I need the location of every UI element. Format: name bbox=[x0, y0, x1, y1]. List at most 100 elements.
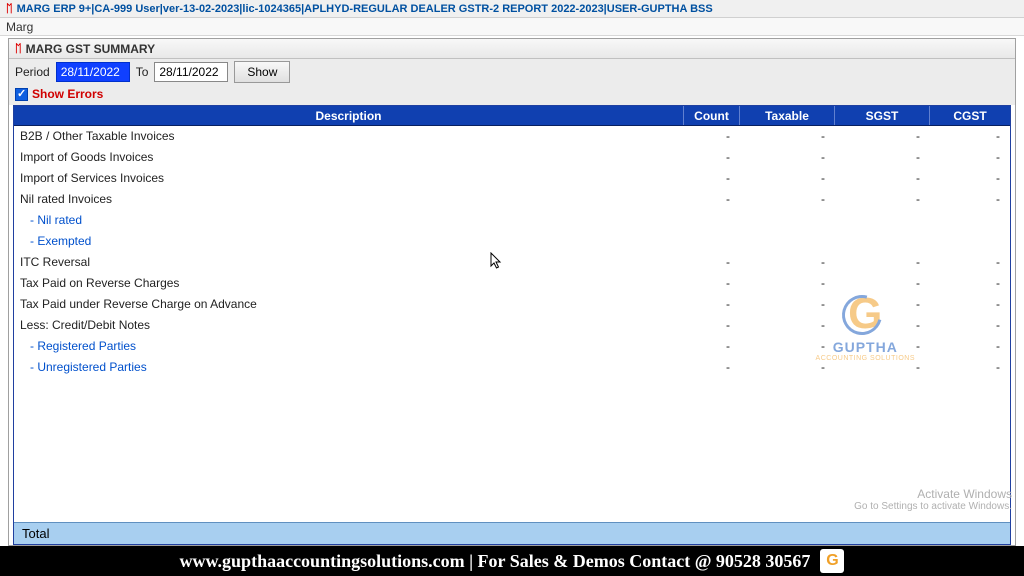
row-description: Import of Services Invoices bbox=[14, 168, 684, 189]
period-to-label: To bbox=[136, 65, 149, 79]
row-description: Less: Credit/Debit Notes bbox=[14, 315, 684, 336]
menu-item-marg[interactable]: Marg bbox=[6, 20, 33, 34]
row-count: - bbox=[684, 336, 740, 357]
table-row[interactable]: - Nil rated bbox=[14, 210, 1010, 231]
row-cgst bbox=[930, 231, 1010, 252]
row-cgst: - bbox=[930, 273, 1010, 294]
row-sgst: - bbox=[835, 315, 930, 336]
row-sgst bbox=[835, 210, 930, 231]
row-cgst bbox=[930, 210, 1010, 231]
table-row[interactable]: ITC Reversal---- bbox=[14, 252, 1010, 273]
row-cgst: - bbox=[930, 357, 1010, 378]
grid-header: Description Count Taxable SGST CGST bbox=[14, 106, 1010, 126]
sub-title: MARG GST SUMMARY bbox=[26, 42, 156, 56]
row-cgst: - bbox=[930, 147, 1010, 168]
show-errors-label: Show Errors bbox=[32, 87, 103, 101]
row-sgst: - bbox=[835, 294, 930, 315]
total-taxable bbox=[740, 531, 835, 537]
row-cgst: - bbox=[930, 252, 1010, 273]
row-count: - bbox=[684, 252, 740, 273]
show-errors-row: Show Errors bbox=[9, 85, 1015, 105]
period-to-input[interactable] bbox=[154, 62, 228, 82]
footer-text: www.gupthaaccountingsolutions.com | For … bbox=[180, 551, 811, 572]
table-row[interactable]: Import of Services Invoices---- bbox=[14, 168, 1010, 189]
row-taxable: - bbox=[740, 336, 835, 357]
col-header-cgst[interactable]: CGST bbox=[930, 106, 1010, 125]
table-row[interactable]: Import of Goods Invoices---- bbox=[14, 147, 1010, 168]
row-description: - Exempted bbox=[14, 231, 684, 252]
col-header-sgst[interactable]: SGST bbox=[835, 106, 930, 125]
row-description: Nil rated Invoices bbox=[14, 189, 684, 210]
app-window: ᛖ MARG ERP 9+|CA-999 User|ver-13-02-2023… bbox=[0, 0, 1024, 546]
footer-logo-icon: G bbox=[820, 549, 844, 573]
row-sgst: - bbox=[835, 189, 930, 210]
row-taxable: - bbox=[740, 357, 835, 378]
row-cgst: - bbox=[930, 294, 1010, 315]
row-cgst: - bbox=[930, 189, 1010, 210]
row-cgst: - bbox=[930, 126, 1010, 147]
row-taxable: - bbox=[740, 189, 835, 210]
row-cgst: - bbox=[930, 315, 1010, 336]
row-sgst bbox=[835, 231, 930, 252]
row-sgst: - bbox=[835, 336, 930, 357]
row-description: Import of Goods Invoices bbox=[14, 147, 684, 168]
row-sgst: - bbox=[835, 126, 930, 147]
show-button[interactable]: Show bbox=[234, 61, 290, 83]
col-header-description[interactable]: Description bbox=[14, 106, 684, 125]
row-description: Tax Paid under Reverse Charge on Advance bbox=[14, 294, 684, 315]
col-header-taxable[interactable]: Taxable bbox=[740, 106, 835, 125]
app-title: MARG ERP 9+|CA-999 User|ver-13-02-2023|l… bbox=[17, 3, 713, 15]
table-row[interactable]: Tax Paid under Reverse Charge on Advance… bbox=[14, 294, 1010, 315]
row-description: ITC Reversal bbox=[14, 252, 684, 273]
row-sgst: - bbox=[835, 252, 930, 273]
row-description: - Nil rated bbox=[14, 210, 684, 231]
row-sgst: - bbox=[835, 357, 930, 378]
table-row[interactable]: - Unregistered Parties---- bbox=[14, 357, 1010, 378]
show-errors-checkbox[interactable] bbox=[15, 88, 28, 101]
app-logo-icon: ᛖ bbox=[6, 3, 13, 15]
row-taxable: - bbox=[740, 273, 835, 294]
table-row[interactable]: Nil rated Invoices---- bbox=[14, 189, 1010, 210]
row-cgst: - bbox=[930, 336, 1010, 357]
row-taxable: - bbox=[740, 315, 835, 336]
row-count: - bbox=[684, 357, 740, 378]
row-taxable: - bbox=[740, 168, 835, 189]
row-sgst: - bbox=[835, 273, 930, 294]
row-description: - Registered Parties bbox=[14, 336, 684, 357]
row-count: - bbox=[684, 147, 740, 168]
row-count bbox=[684, 231, 740, 252]
row-count: - bbox=[684, 273, 740, 294]
row-taxable: - bbox=[740, 252, 835, 273]
menu-bar: Marg bbox=[0, 18, 1024, 36]
table-row[interactable]: Less: Credit/Debit Notes---- bbox=[14, 315, 1010, 336]
total-cgst bbox=[930, 531, 1010, 537]
row-description: Tax Paid on Reverse Charges bbox=[14, 273, 684, 294]
col-header-count[interactable]: Count bbox=[684, 106, 740, 125]
grid-body: B2B / Other Taxable Invoices----Import o… bbox=[14, 126, 1010, 522]
row-count: - bbox=[684, 315, 740, 336]
row-sgst: - bbox=[835, 147, 930, 168]
row-taxable: - bbox=[740, 126, 835, 147]
total-row: Total bbox=[14, 522, 1010, 544]
summary-grid: Description Count Taxable SGST CGST B2B … bbox=[13, 105, 1011, 545]
row-count: - bbox=[684, 168, 740, 189]
row-taxable: - bbox=[740, 147, 835, 168]
row-count bbox=[684, 210, 740, 231]
row-description: - Unregistered Parties bbox=[14, 357, 684, 378]
period-label: Period bbox=[15, 65, 50, 79]
period-from-input[interactable] bbox=[56, 62, 130, 82]
row-description: B2B / Other Taxable Invoices bbox=[14, 126, 684, 147]
total-count bbox=[684, 531, 740, 537]
gst-summary-window: ᛖ MARG GST SUMMARY Period To Show Show E… bbox=[8, 38, 1016, 546]
table-row[interactable]: - Exempted bbox=[14, 231, 1010, 252]
row-cgst: - bbox=[930, 168, 1010, 189]
footer-banner: www.gupthaaccountingsolutions.com | For … bbox=[0, 546, 1024, 576]
row-taxable bbox=[740, 210, 835, 231]
row-count: - bbox=[684, 126, 740, 147]
table-row[interactable]: Tax Paid on Reverse Charges---- bbox=[14, 273, 1010, 294]
row-taxable: - bbox=[740, 294, 835, 315]
table-row[interactable]: B2B / Other Taxable Invoices---- bbox=[14, 126, 1010, 147]
title-bar: ᛖ MARG ERP 9+|CA-999 User|ver-13-02-2023… bbox=[0, 0, 1024, 18]
row-sgst: - bbox=[835, 168, 930, 189]
table-row[interactable]: - Registered Parties---- bbox=[14, 336, 1010, 357]
